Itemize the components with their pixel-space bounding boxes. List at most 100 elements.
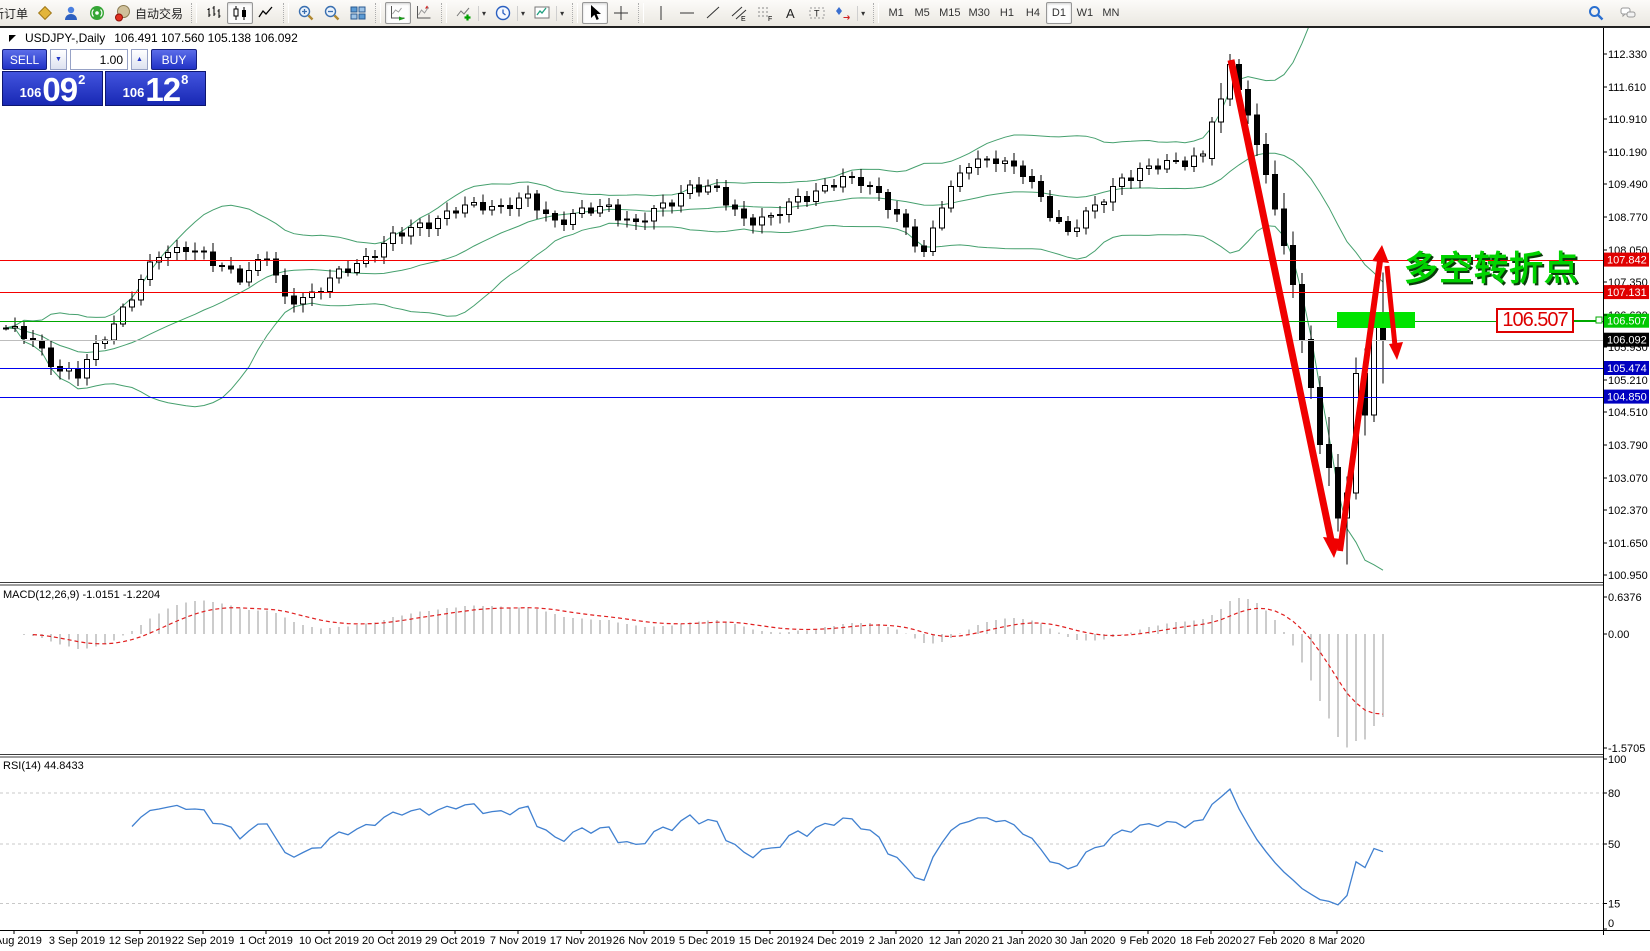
- svg-text:24 Dec 2019: 24 Dec 2019: [802, 935, 864, 947]
- candle: [472, 203, 477, 205]
- price-callout-box[interactable]: 106.507: [1496, 308, 1574, 333]
- candle: [22, 326, 27, 338]
- tf-d1[interactable]: D1: [1046, 2, 1072, 24]
- candle: [220, 265, 225, 266]
- tf-m30[interactable]: M30: [965, 2, 994, 24]
- candle: [526, 194, 531, 198]
- gold-icon[interactable]: [32, 2, 58, 24]
- candle: [670, 203, 675, 206]
- candlestick-icon[interactable]: [227, 2, 253, 24]
- periods-icon[interactable]: ▾: [490, 2, 529, 24]
- chat-icon[interactable]: [1615, 2, 1641, 24]
- candle: [571, 214, 576, 225]
- sell-price-button[interactable]: 106092: [2, 71, 103, 106]
- dropdown-caret-icon[interactable]: ▾: [478, 6, 486, 21]
- community-icon[interactable]: [58, 2, 84, 24]
- candle: [1291, 245, 1296, 284]
- dropdown-caret-icon[interactable]: ▾: [556, 6, 564, 21]
- buy-price-button[interactable]: 106128: [105, 71, 206, 106]
- price-axis[interactable]: 112.330111.610110.910110.190109.490108.7…: [1604, 49, 1649, 930]
- sell-button[interactable]: SELL: [2, 49, 47, 70]
- svg-text:80: 80: [1608, 788, 1620, 800]
- dropdown-caret-icon[interactable]: ▾: [517, 6, 525, 21]
- candle: [1273, 175, 1278, 209]
- candle: [652, 208, 657, 221]
- chart-shift-icon[interactable]: [411, 2, 437, 24]
- candle: [769, 215, 774, 217]
- dropdown-caret-icon[interactable]: ▾: [857, 6, 865, 21]
- new-order-button[interactable]: 新订单: [0, 2, 32, 24]
- tf-m1[interactable]: M1: [883, 2, 909, 24]
- volume-increase-button[interactable]: ▲: [131, 49, 148, 70]
- fibonacci-icon[interactable]: F: [752, 2, 778, 24]
- candle: [364, 256, 369, 263]
- trendline-icon[interactable]: [700, 2, 726, 24]
- cursor-icon[interactable]: [582, 2, 608, 24]
- turning-point-annotation[interactable]: 多空转折点: [1404, 241, 1579, 290]
- tf-m15[interactable]: M15: [935, 2, 964, 24]
- candle: [859, 177, 864, 185]
- candle: [1048, 197, 1053, 218]
- line-chart-icon[interactable]: [253, 2, 279, 24]
- zoom-in-icon[interactable]: [293, 2, 319, 24]
- candle: [1255, 115, 1260, 145]
- indicators-icon[interactable]: ▾: [451, 2, 490, 24]
- tf-w1[interactable]: W1: [1072, 2, 1098, 24]
- candle: [733, 205, 738, 209]
- green-zone-box[interactable]: [1337, 312, 1415, 328]
- candle: [1246, 90, 1251, 115]
- buy-button[interactable]: BUY: [151, 49, 197, 70]
- time-axis[interactable]: 5 Aug 20193 Sep 201912 Sep 201922 Sep 20…: [0, 930, 1365, 947]
- tf-h4[interactable]: H4: [1020, 2, 1046, 24]
- macd-plot[interactable]: [24, 598, 1383, 748]
- candle: [994, 159, 999, 163]
- tf-h1[interactable]: H1: [994, 2, 1020, 24]
- one-click-trading-panel: SELL ▼ ▲ BUY 106092 106128: [2, 49, 206, 106]
- svg-text:103.070: 103.070: [1608, 473, 1648, 485]
- candle: [166, 252, 171, 257]
- tf-m5[interactable]: M5: [909, 2, 935, 24]
- crosshair-icon[interactable]: [608, 2, 634, 24]
- price-chart[interactable]: 112.330111.610110.910110.190109.490108.7…: [0, 0, 1650, 951]
- svg-text:15 Dec 2019: 15 Dec 2019: [739, 935, 801, 947]
- auto-trading-button[interactable]: 自动交易: [110, 2, 187, 24]
- signal-icon[interactable]: [84, 2, 110, 24]
- candle: [112, 324, 117, 340]
- svg-text:29 Oct 2019: 29 Oct 2019: [425, 935, 485, 947]
- arrow-up-head: [1372, 245, 1389, 263]
- channel-icon[interactable]: E: [726, 2, 752, 24]
- volume-decrease-button[interactable]: ▼: [50, 49, 67, 70]
- svg-text:100: 100: [1608, 754, 1626, 766]
- svg-text:105.474: 105.474: [1607, 363, 1647, 375]
- shapes-icon[interactable]: ▾: [830, 2, 869, 24]
- volume-input[interactable]: [70, 49, 128, 70]
- candle: [49, 348, 54, 367]
- candle: [841, 177, 846, 187]
- auto-scroll-icon[interactable]: [385, 2, 411, 24]
- label-icon[interactable]: T: [804, 2, 830, 24]
- candle: [967, 167, 972, 173]
- svg-text:15: 15: [1608, 899, 1620, 911]
- templates-icon[interactable]: ▾: [529, 2, 568, 24]
- svg-text:27 Feb 2020: 27 Feb 2020: [1243, 935, 1305, 947]
- candle: [139, 280, 144, 300]
- horizontal-line-icon[interactable]: [674, 2, 700, 24]
- search-icon[interactable]: [1583, 2, 1609, 24]
- bar-chart-icon[interactable]: [201, 2, 227, 24]
- text-icon[interactable]: A: [778, 2, 804, 24]
- svg-text:5 Aug 2019: 5 Aug 2019: [0, 935, 42, 947]
- tile-windows-icon[interactable]: [345, 2, 371, 24]
- tf-mn[interactable]: MN: [1098, 2, 1124, 24]
- sell-price-prefix: 106: [20, 85, 42, 100]
- vertical-line-icon[interactable]: [648, 2, 674, 24]
- candle: [4, 328, 9, 329]
- rsi-plot[interactable]: [0, 789, 1603, 905]
- candle: [229, 266, 234, 269]
- candle: [760, 217, 765, 225]
- candle: [499, 205, 504, 206]
- svg-text:109.490: 109.490: [1608, 179, 1648, 191]
- quick-trade-toggle-icon[interactable]: [9, 35, 16, 42]
- zoom-out-icon[interactable]: [319, 2, 345, 24]
- candle: [850, 177, 855, 178]
- ohlc-values: 106.491 107.560 105.138 106.092: [114, 31, 298, 45]
